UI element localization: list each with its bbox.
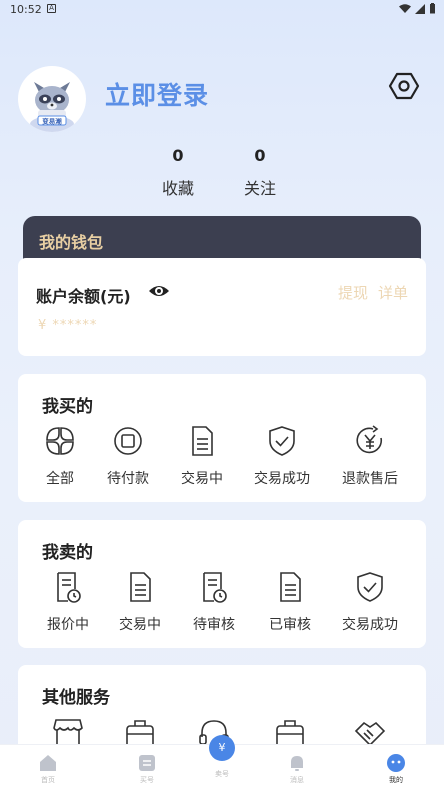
balance-label: 账户余额(元) bbox=[36, 287, 131, 306]
nav-sell[interactable]: 卖号 bbox=[192, 767, 252, 779]
buy-item-label: 待付款 bbox=[107, 471, 149, 487]
settings-hexagon-icon[interactable] bbox=[388, 70, 420, 102]
buy-item-success[interactable]: 交易成功 bbox=[240, 424, 324, 488]
sell-item-in-progress[interactable]: 交易中 bbox=[98, 570, 182, 634]
withdraw-button[interactable]: 提现 bbox=[338, 282, 368, 303]
wallet-card: 账户余额(元) 提现 详单 ¥ ****** bbox=[18, 258, 426, 356]
following-label: 关注 bbox=[243, 179, 276, 198]
buy-item-label: 交易中 bbox=[181, 471, 223, 487]
masked-balance: ¥ ****** bbox=[38, 318, 98, 333]
grid-petals-icon bbox=[46, 427, 74, 455]
list-icon bbox=[139, 755, 155, 771]
sell-item-label: 待审核 bbox=[193, 617, 235, 633]
document-icon bbox=[280, 572, 301, 602]
buy-item-label: 交易成功 bbox=[254, 471, 310, 487]
stat-following[interactable]: 0 关注 bbox=[230, 146, 290, 199]
app-notification-icon: A bbox=[47, 4, 56, 13]
sell-item-pending-review[interactable]: 待审核 bbox=[172, 570, 256, 634]
favorites-label: 收藏 bbox=[161, 179, 194, 198]
nav-buy-label: 买号 bbox=[140, 776, 154, 784]
sell-item-label: 交易中 bbox=[119, 617, 161, 633]
favorites-count: 0 bbox=[172, 146, 184, 165]
nav-messages[interactable]: 消息 bbox=[267, 753, 327, 785]
nav-sell-label: 卖号 bbox=[215, 770, 229, 778]
status-time: 10:52 bbox=[10, 3, 42, 16]
wifi-icon bbox=[399, 3, 411, 13]
avatar-badge-text: 变易潮 bbox=[42, 117, 62, 126]
eye-icon[interactable] bbox=[148, 280, 170, 302]
raccoon-mascot-icon: 变易潮 bbox=[30, 82, 74, 132]
login-button[interactable]: 立即登录 bbox=[105, 76, 209, 112]
shield-check-icon bbox=[357, 572, 383, 602]
sell-section: 我卖的 报价中 交易中 待审核 已审核 交易成功 bbox=[18, 520, 426, 648]
services-section-title: 其他服务 bbox=[42, 688, 110, 708]
nav-buy[interactable]: 买号 bbox=[117, 753, 177, 785]
buy-item-pending-payment[interactable]: 待付款 bbox=[86, 424, 170, 488]
sell-item-label: 已审核 bbox=[269, 617, 311, 633]
sell-item-reviewed[interactable]: 已审核 bbox=[248, 570, 332, 634]
profile-face-icon bbox=[387, 754, 405, 772]
sell-item-success[interactable]: 交易成功 bbox=[328, 570, 412, 634]
detail-button[interactable]: 详单 bbox=[378, 282, 408, 303]
buy-section: 我买的 全部 待付款 交易中 交易成功 退款售后 bbox=[18, 374, 426, 502]
bell-icon bbox=[291, 756, 303, 771]
nav-mine[interactable]: 我的 bbox=[366, 753, 426, 785]
sell-fab-button[interactable]: ¥ bbox=[209, 735, 235, 761]
buy-item-label: 退款售后 bbox=[342, 471, 398, 487]
buy-section-title: 我买的 bbox=[42, 397, 93, 417]
nav-mine-label: 我的 bbox=[389, 776, 403, 784]
nav-messages-label: 消息 bbox=[290, 776, 304, 784]
signal-icon bbox=[415, 3, 425, 14]
sell-section-title: 我卖的 bbox=[42, 543, 93, 563]
stat-favorites[interactable]: 0 收藏 bbox=[148, 146, 208, 199]
wallet-links: 提现 详单 bbox=[338, 282, 408, 303]
avatar[interactable]: 变易潮 bbox=[18, 66, 86, 132]
battery-icon bbox=[430, 3, 435, 14]
status-bar: 10:52 A bbox=[0, 0, 444, 20]
following-count: 0 bbox=[254, 146, 266, 165]
document-icon bbox=[130, 572, 151, 602]
home-icon bbox=[40, 755, 56, 771]
nav-home-label: 首页 bbox=[41, 776, 55, 784]
document-icon bbox=[192, 426, 213, 456]
document-clock-icon bbox=[203, 572, 227, 603]
nav-home[interactable]: 首页 bbox=[18, 753, 78, 785]
circle-wallet-icon bbox=[114, 427, 142, 455]
shield-check-icon bbox=[269, 426, 295, 456]
buy-item-refund[interactable]: 退款售后 bbox=[328, 424, 412, 488]
status-indicators bbox=[399, 3, 436, 14]
document-clock-icon bbox=[57, 572, 81, 603]
sell-item-label: 交易成功 bbox=[342, 617, 398, 633]
wallet-header: 我的钱包 bbox=[23, 216, 421, 260]
buy-item-in-progress[interactable]: 交易中 bbox=[160, 424, 244, 488]
refund-yuan-icon bbox=[356, 425, 383, 454]
